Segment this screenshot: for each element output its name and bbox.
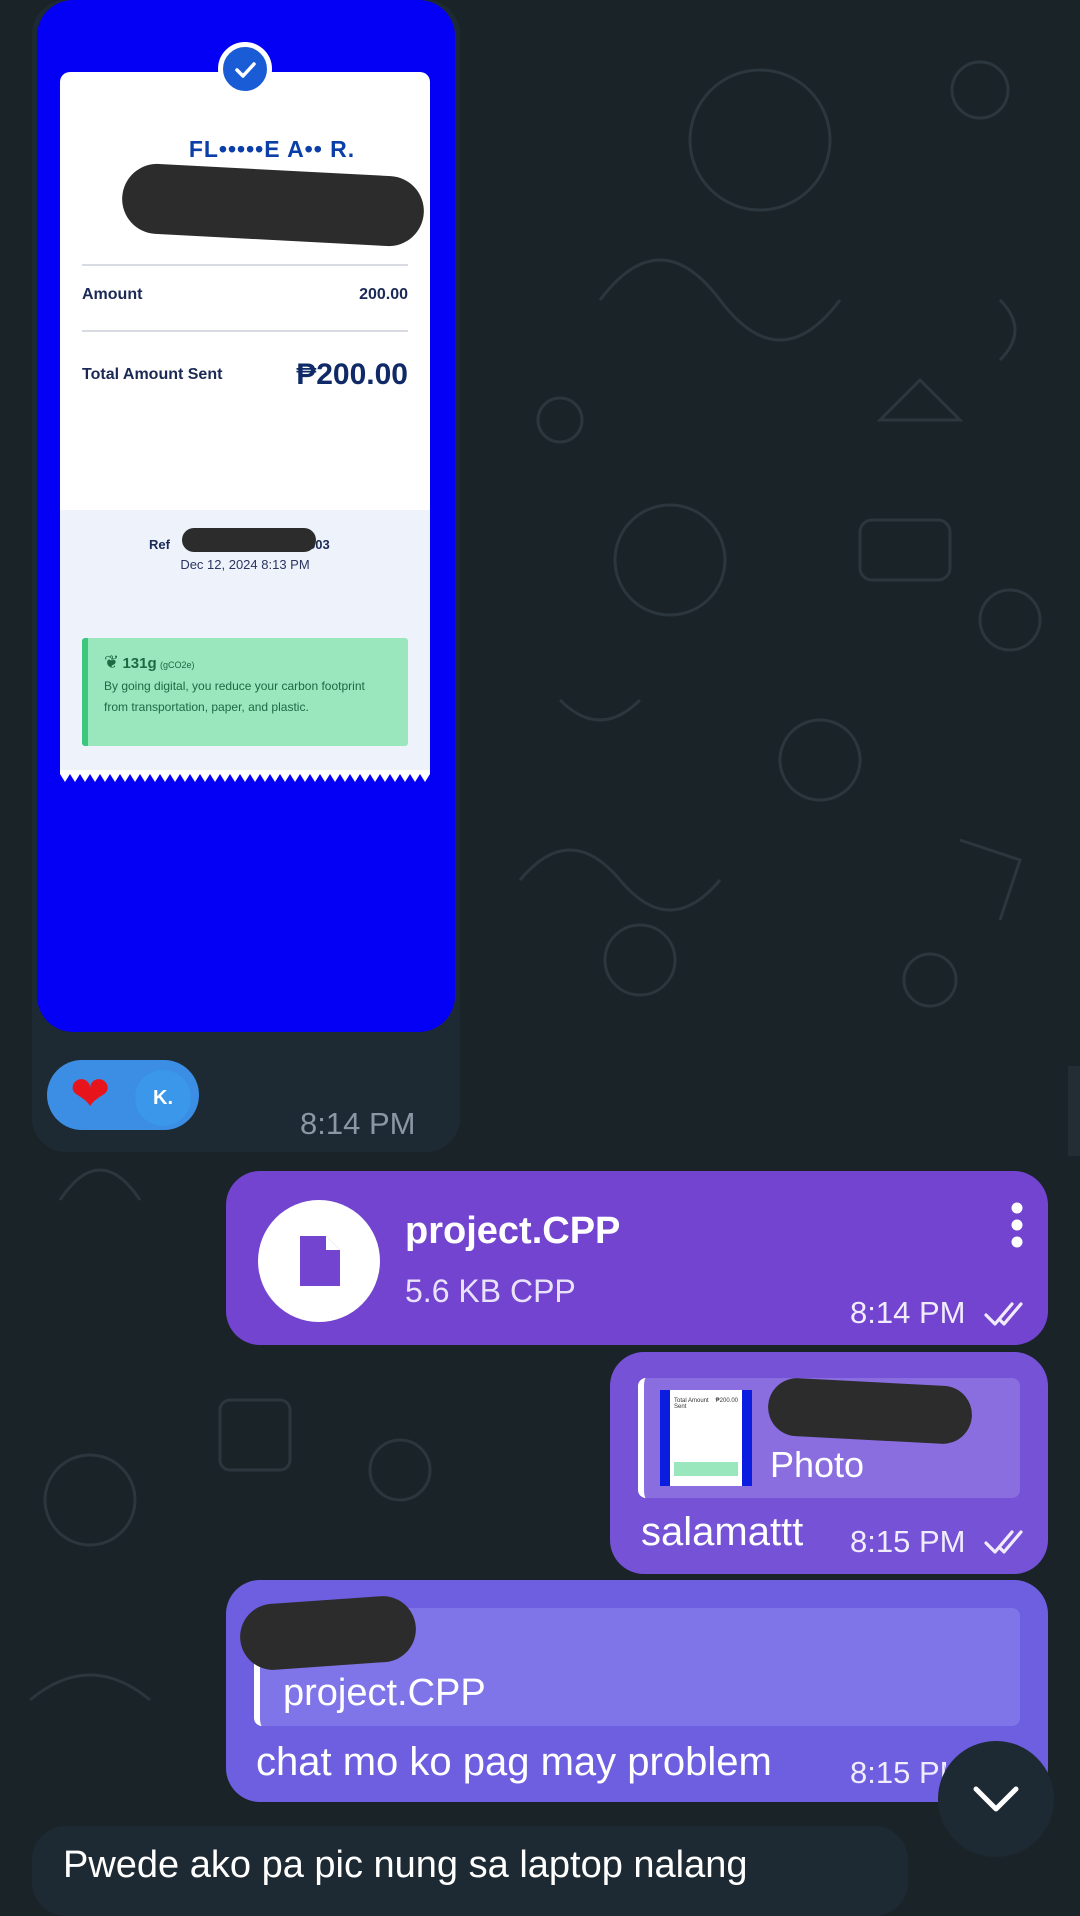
message-text: salamattt <box>641 1510 804 1554</box>
reactor-avatar[interactable]: K. <box>135 1070 191 1126</box>
redaction-mark <box>237 1593 419 1673</box>
quoted-type: Photo <box>770 1444 865 1485</box>
chevron-down-icon <box>973 1786 1019 1812</box>
total-value: ₱200.00 <box>296 358 408 391</box>
ref-prefix: Ref <box>149 537 170 552</box>
file-meta: 5.6 KB CPP <box>405 1273 576 1309</box>
amount-value: 200.00 <box>359 286 408 303</box>
read-receipt-icon <box>984 1302 1023 1326</box>
message-time: 8:15 PM <box>850 1755 946 1790</box>
document-icon <box>300 1236 340 1286</box>
receipt-divider <box>82 264 408 266</box>
scroll-to-bottom-button[interactable] <box>938 1741 1054 1857</box>
file-download-button[interactable] <box>258 1200 380 1322</box>
read-receipt-icon <box>984 1530 1023 1554</box>
checkmark-icon <box>218 42 272 96</box>
amount-label: Amount <box>82 286 143 303</box>
message-time: 8:15 PM <box>850 1524 966 1559</box>
receipt-divider <box>82 330 408 332</box>
quoted-file-name: project.CPP <box>283 1672 486 1714</box>
total-label: Total Amount Sent <box>82 366 223 383</box>
message-time: 8:14 PM <box>300 1106 416 1141</box>
redaction-mark <box>182 528 316 552</box>
scrollbar[interactable] <box>1068 1066 1080 1156</box>
quoted-photo-thumbnail: Total Amount Sent ₱200.00 <box>660 1390 752 1486</box>
file-name[interactable]: project.CPP <box>405 1210 620 1253</box>
eco-line-1: By going digital, you reduce your carbon… <box>104 679 365 693</box>
message-time: 8:14 PM <box>850 1295 966 1330</box>
more-options-icon[interactable] <box>1010 1202 1024 1248</box>
leaf-icon: ❦ <box>104 652 120 672</box>
eco-line-2: from transportation, paper, and plastic. <box>104 700 309 714</box>
eco-grams: 131g <box>122 655 157 672</box>
receipt-datetime: Dec 12, 2024 8:13 PM <box>180 557 310 572</box>
eco-unit: (gCO2e) <box>159 660 195 670</box>
receipt-zigzag-edge <box>60 770 430 782</box>
redaction-mark <box>766 1376 974 1446</box>
thumb-label: Total Amount Sent <box>674 1398 709 1410</box>
eco-banner: ❦ 131g (gCO2e) By going digital, you red… <box>82 638 408 746</box>
message-text: chat mo ko pag may problem <box>256 1740 772 1784</box>
thumb-value: ₱200.00 <box>715 1398 738 1404</box>
heart-reaction-icon: ❤ <box>70 1068 111 1121</box>
